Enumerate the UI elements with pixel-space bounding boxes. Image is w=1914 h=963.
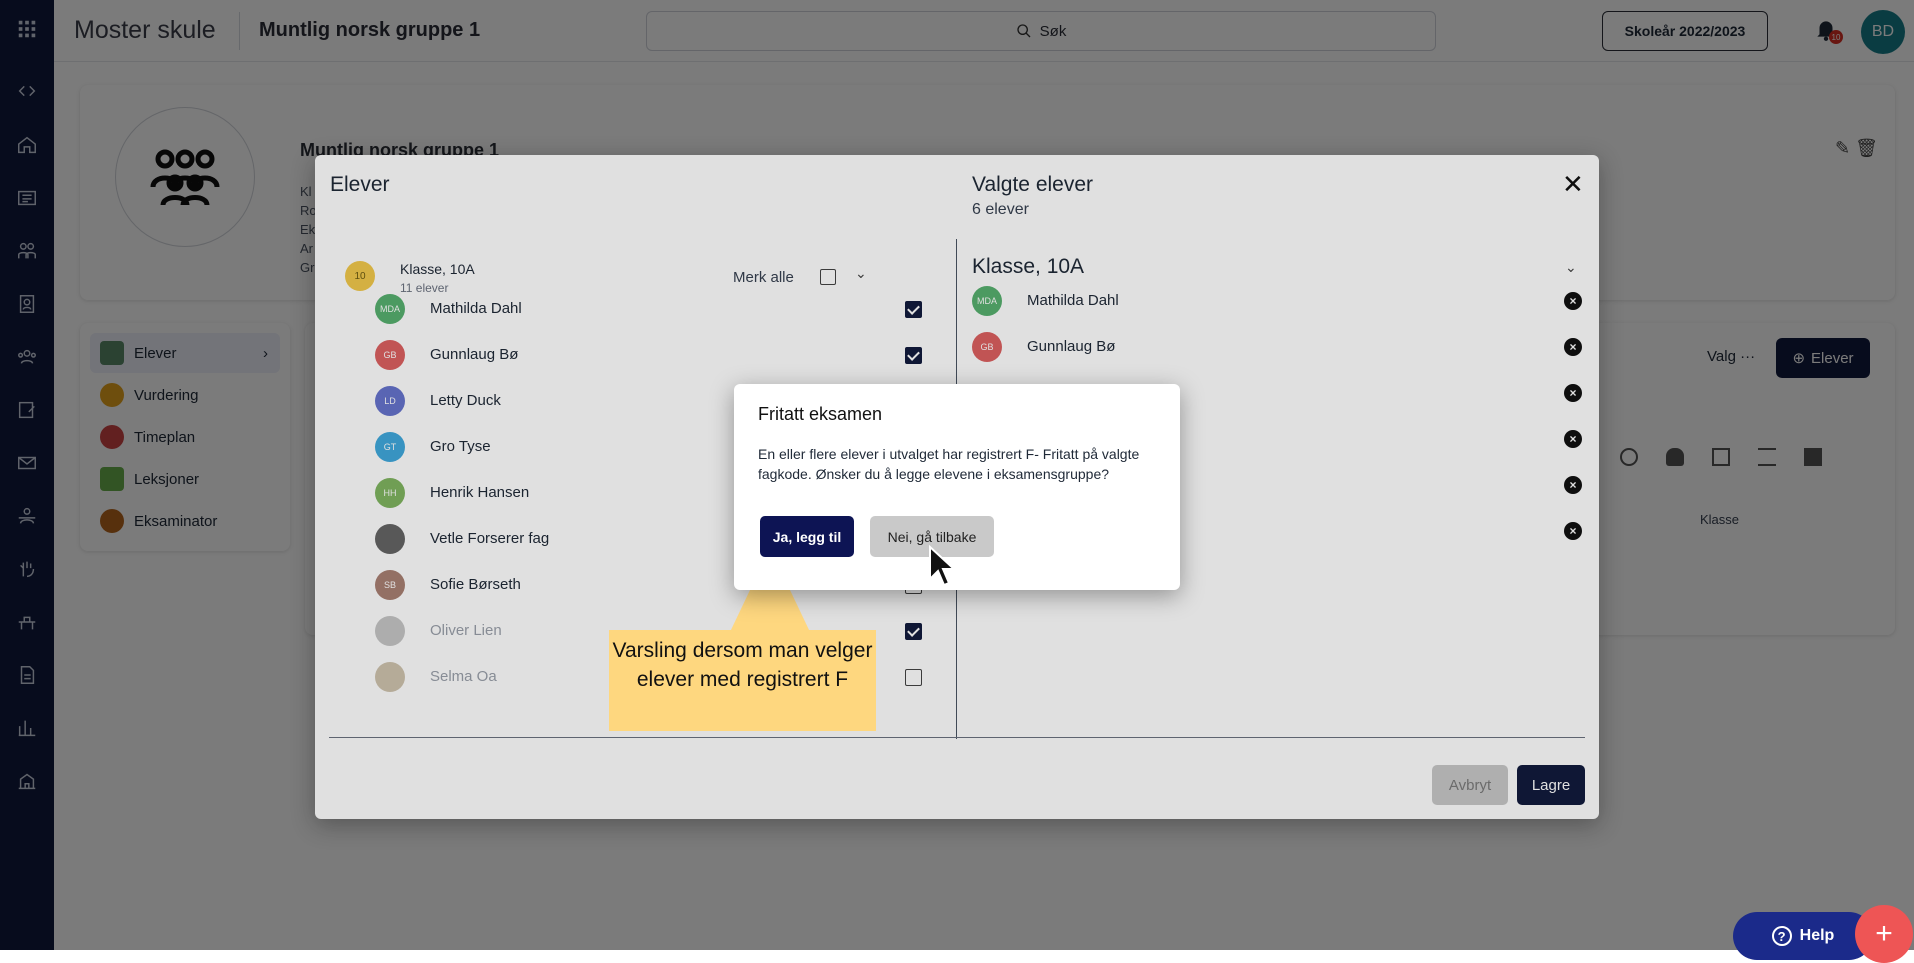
dialog-message: En eller flere elever i utvalget har reg… — [758, 446, 1140, 482]
annotation-callout: Varsling dersom man velger elever med re… — [609, 630, 876, 731]
confirm-add-button[interactable]: Ja, legg til — [760, 516, 854, 557]
exempt-exam-dialog: Fritatt eksamen En eller flere elever i … — [734, 384, 1180, 590]
help-label: Help — [1799, 927, 1835, 944]
question-icon: ? — [1771, 926, 1792, 946]
mouse-cursor-icon — [929, 545, 956, 587]
add-fab-button[interactable]: + — [1855, 905, 1913, 963]
help-button[interactable]: ? Help — [1733, 912, 1873, 960]
dialog-title: Fritatt eksamen — [758, 404, 883, 424]
